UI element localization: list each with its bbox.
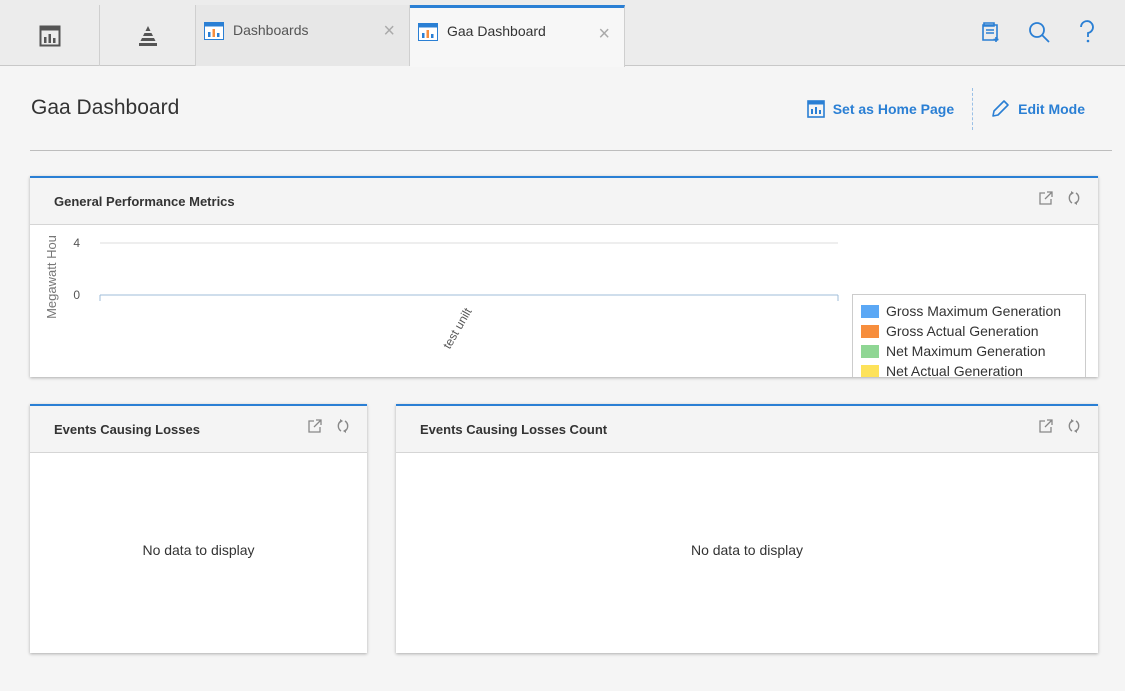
top-tab-bar: Dashboards × Gaa Dashboard × — [0, 0, 1125, 67]
tab-label: Gaa Dashboard — [447, 23, 546, 39]
pencil-icon — [992, 100, 1009, 117]
edit-mode-label: Edit Mode — [1018, 101, 1085, 117]
legend-swatch — [861, 364, 879, 377]
tab-gaa-dashboard[interactable]: Gaa Dashboard × — [410, 5, 625, 67]
chart-legend: Gross Maximum Generation Gross Actual Ge… — [852, 294, 1086, 377]
new-document-button[interactable] — [977, 18, 1005, 46]
legend-item[interactable]: Net Maximum Generation — [861, 341, 1085, 361]
no-data-message: No data to display — [142, 542, 255, 558]
popout-icon[interactable] — [1038, 190, 1054, 206]
events-causing-losses-panel: Events Causing Losses No data to display — [30, 404, 367, 653]
navigation-pyramid-button[interactable] — [100, 5, 196, 66]
close-icon[interactable]: × — [598, 24, 610, 44]
dashboard-tab-icon — [204, 22, 224, 40]
events-causing-losses-count-panel: Events Causing Losses Count No data to d… — [396, 404, 1098, 653]
set-as-home-page-label: Set as Home Page — [832, 101, 955, 117]
header-divider — [30, 150, 1112, 151]
legend-swatch — [861, 324, 879, 338]
dashboard-tab-icon — [418, 23, 438, 41]
help-button[interactable] — [1073, 18, 1101, 46]
panel-header: General Performance Metrics — [30, 178, 1098, 225]
no-data-message: No data to display — [690, 542, 804, 558]
legend-label: Net Maximum Generation — [886, 343, 1046, 359]
edit-mode-button[interactable]: Edit Mode — [990, 88, 1085, 130]
legend-item[interactable]: Gross Actual Generation — [861, 321, 1085, 341]
refresh-icon[interactable] — [1066, 418, 1082, 434]
page-title: Gaa Dashboard — [31, 96, 180, 119]
tab-dashboards[interactable]: Dashboards × — [196, 5, 410, 66]
tab-label: Dashboards — [233, 22, 309, 38]
legend-label: Gross Maximum Generation — [886, 303, 1062, 319]
refresh-icon[interactable] — [335, 418, 351, 434]
y-tick-label: 4 — [73, 236, 80, 250]
search-icon — [1029, 22, 1050, 43]
legend-swatch — [861, 344, 879, 358]
pyramid-icon — [138, 25, 157, 46]
dashboard-icon — [39, 25, 60, 46]
legend-item[interactable]: Net Actual Generation — [861, 361, 1085, 377]
help-icon — [1080, 20, 1094, 43]
close-icon[interactable]: × — [383, 21, 395, 41]
panel-title: Events Causing Losses Count — [420, 422, 608, 437]
general-performance-metrics-panel: General Performance Metrics Megawatt Hou… — [30, 176, 1098, 377]
popout-icon[interactable] — [1038, 418, 1054, 434]
legend-swatch — [861, 304, 879, 318]
refresh-icon[interactable] — [1066, 190, 1082, 206]
panel-header: Events Causing Losses Count — [396, 406, 1098, 453]
x-tick-label: test unilt — [440, 305, 475, 351]
performance-chart: Megawatt Hou 4 0 test unilt Gross Maximum G… — [30, 227, 1098, 377]
legend-label: Gross Actual Generation — [886, 323, 1039, 339]
set-as-home-page-button[interactable]: Set as Home Page — [806, 88, 955, 130]
add-document-icon — [982, 22, 999, 42]
legend-label: Net Actual Generation — [886, 363, 1023, 377]
y-axis-title: Megawatt Hou — [44, 235, 59, 319]
y-tick-label: 0 — [73, 288, 80, 302]
dashboard-home-button[interactable] — [0, 5, 100, 66]
panel-title: General Performance Metrics — [54, 194, 235, 209]
popout-icon[interactable] — [307, 418, 323, 434]
dashboard-icon — [806, 100, 825, 118]
divider — [972, 88, 974, 130]
search-button[interactable] — [1025, 18, 1053, 46]
panel-title: Events Causing Losses — [54, 422, 200, 437]
panel-header: Events Causing Losses — [30, 406, 367, 453]
legend-item[interactable]: Gross Maximum Generation — [861, 301, 1085, 321]
